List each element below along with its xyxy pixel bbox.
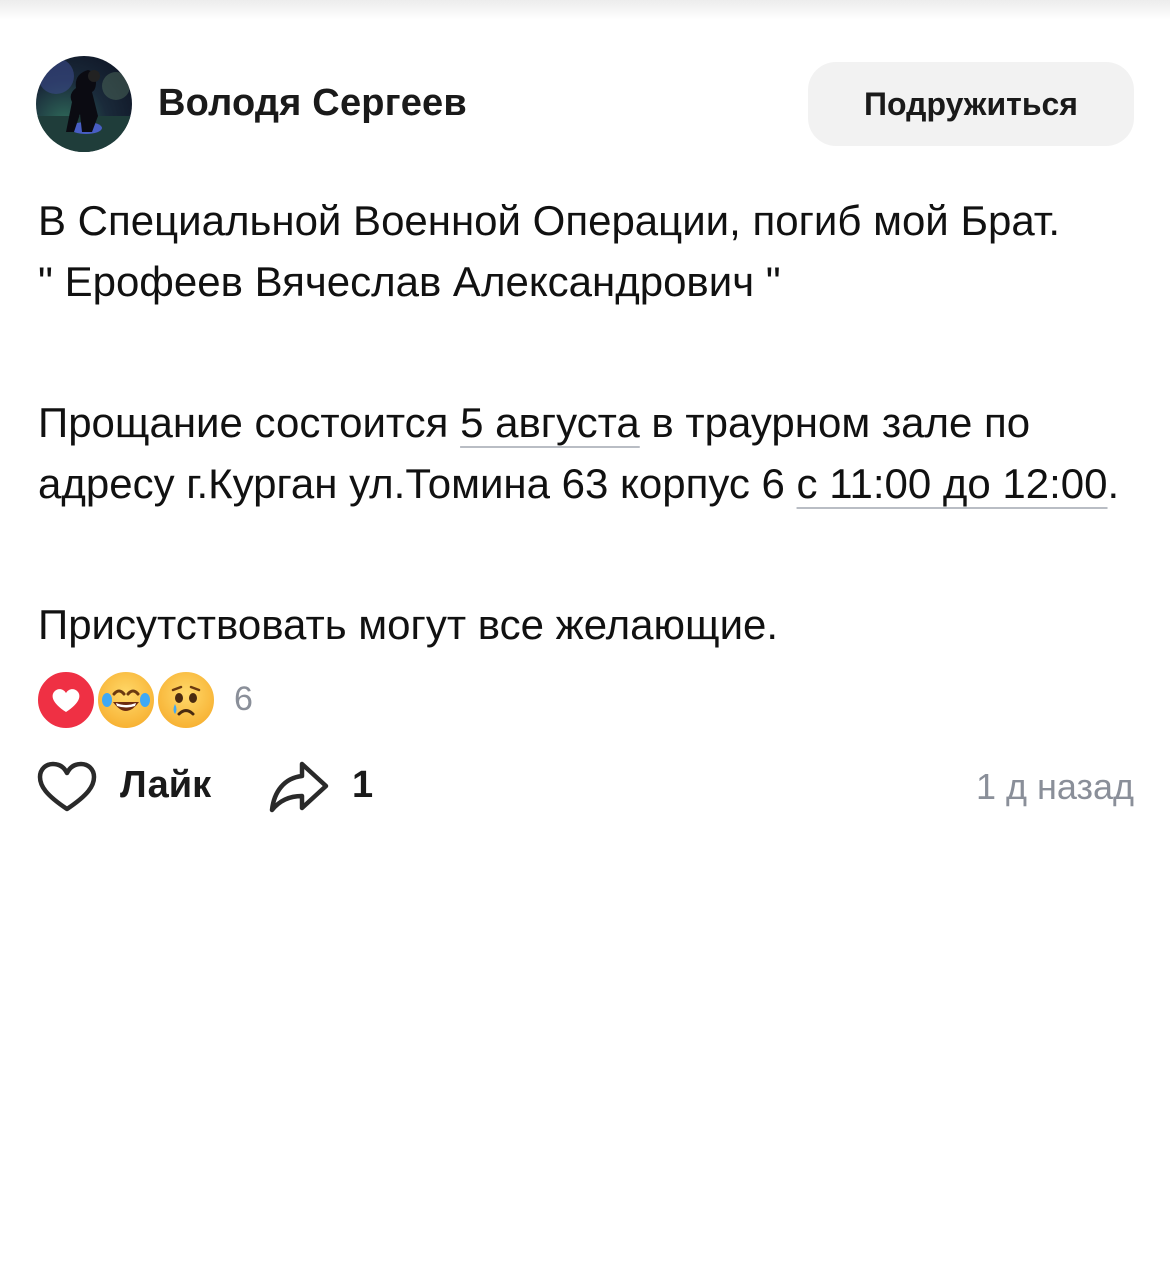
avatar[interactable] [36,56,132,152]
post-text: . [1107,460,1120,507]
post-paragraph-2: Прощание состоится 5 августа в траурном … [38,392,1128,514]
post-actions: Лайк 1 1 д назад [36,756,1134,816]
share-arrow-icon [269,761,329,813]
post-card: Володя Сергеев Подружиться В Специальной… [0,0,1170,1271]
author-name[interactable]: Володя Сергеев [158,82,467,125]
reactions-summary[interactable]: 6 [36,670,296,732]
like-label: Лайк [120,764,212,806]
post-text-line: В Специальной Военной Операции, погиб мо… [38,197,1061,244]
like-button[interactable]: Лайк [36,756,226,816]
crying-face-icon [156,670,216,730]
avatar-photo [36,58,132,152]
post-text-line: " Ерофеев Вячеслав Александрович " [38,258,781,305]
share-count: 1 [352,764,374,806]
time-link[interactable]: с 11:00 до 12:00 [797,460,1108,507]
post-header: Володя Сергеев Подружиться [36,56,1134,152]
share-button[interactable]: 1 [268,756,388,816]
date-link[interactable]: 5 августа [460,399,640,446]
post-timestamp[interactable]: 1 д назад [976,766,1134,808]
add-friend-button[interactable]: Подружиться [808,62,1134,146]
post-paragraph-1: В Специальной Военной Операции, погиб мо… [38,190,1128,312]
post-paragraph-3: Присутствовать могут все желающие. [38,601,779,648]
post-text: Прощание состоится [38,399,461,446]
laughing-tears-icon [96,670,156,730]
heart-icon [36,670,96,730]
reactions-count: 6 [234,680,253,718]
heart-outline-icon [37,761,97,812]
